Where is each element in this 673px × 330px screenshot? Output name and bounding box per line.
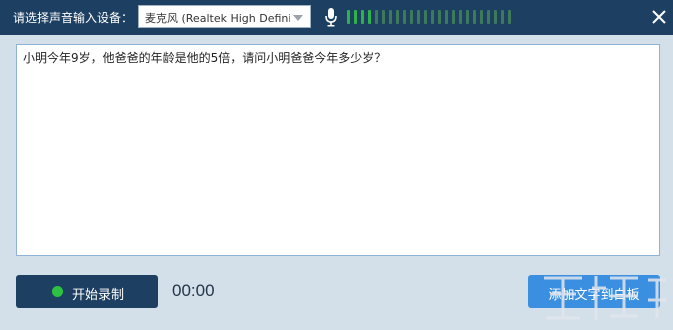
recording-timer: 00:00 [172,281,215,300]
level-bar [361,10,364,24]
level-bar [452,10,455,24]
level-bar [501,10,504,24]
input-device-value: 麦克风 (Realtek High Definition Audio) [145,12,290,25]
level-bar [459,10,462,24]
level-bar [480,10,483,24]
level-bar [473,10,476,24]
level-bar [438,10,441,24]
input-device-select[interactable]: 麦克风 (Realtek High Definition Audio) [138,5,311,28]
level-bar [494,10,497,24]
level-bar [396,10,399,24]
chevron-down-icon [293,15,303,21]
level-bar [445,10,448,24]
record-indicator-icon [52,286,63,297]
level-bar [347,10,350,24]
microphone-icon [325,8,337,27]
level-bar [368,10,371,24]
title-bar: 请选择声音输入设备： 麦克风 (Realtek High Definition … [0,0,673,35]
level-bar [466,10,469,24]
add-text-to-whiteboard-label: 添加文字到白板 [548,288,640,303]
add-text-to-whiteboard-button[interactable]: 添加文字到白板 [528,275,660,308]
level-bar [375,10,378,24]
level-bar [410,10,413,24]
level-bar [389,10,392,24]
input-level-meter [347,10,517,24]
level-bar [508,10,511,24]
device-label: 请选择声音输入设备： [13,11,134,25]
level-bar [382,10,385,24]
transcript-textarea[interactable]: 小明今年9岁，他爸爸的年龄是他的5倍，请问小明爸爸今年多少岁？ [16,44,660,256]
level-bar [424,10,427,24]
level-bar [487,10,490,24]
start-recording-label: 开始录制 [72,288,125,303]
level-bar [354,10,357,24]
start-recording-button[interactable]: 开始录制 [16,275,158,308]
close-icon[interactable] [649,7,669,27]
level-bar [403,10,406,24]
level-bar [431,10,434,24]
level-bar [417,10,420,24]
